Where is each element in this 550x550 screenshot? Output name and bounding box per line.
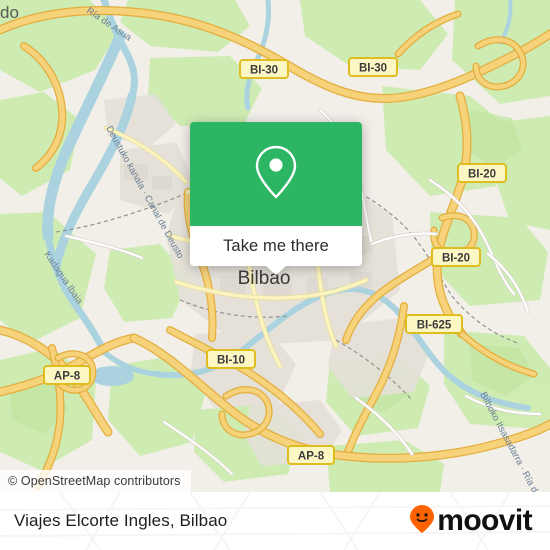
place-title: Viajes Elcorte Ingles, Bilbao [14, 511, 228, 530]
popup-action-area[interactable]: Take me there [190, 226, 362, 275]
footer-bar: Viajes Elcorte Ingles, Bilbao moovit [0, 492, 550, 550]
svg-text:BI-20: BI-20 [442, 253, 470, 265]
svg-text:AP-8: AP-8 [298, 451, 325, 463]
road-shield: AP-8 [43, 365, 91, 385]
road-shield: BI-30 [239, 59, 289, 79]
attribution-text: © OpenStreetMap contributors [8, 474, 181, 488]
road-shield: BI-625 [405, 314, 463, 334]
svg-text:BI-30: BI-30 [250, 65, 278, 77]
moovit-brand[interactable]: moovit [409, 504, 533, 539]
road-shield: BI-20 [431, 247, 481, 267]
take-me-there-popup[interactable]: Take me there [190, 122, 362, 275]
svg-text:BI-30: BI-30 [359, 63, 387, 75]
road-shield: BI-10 [206, 349, 256, 369]
svg-text:BI-625: BI-625 [417, 320, 452, 332]
popup-image-area [190, 122, 362, 226]
moovit-smiley-pin-icon [409, 504, 435, 539]
road-shield: AP-8 [287, 445, 335, 465]
road-shield: BI-20 [457, 163, 507, 183]
moovit-place-map-screenshot: .lbl { font-family: "Liberation Sans", s… [0, 0, 550, 550]
location-pin-icon [251, 143, 301, 206]
openstreetmap-attribution[interactable]: © OpenStreetMap contributors [0, 470, 191, 492]
svg-text:AP-8: AP-8 [54, 371, 81, 383]
popup-tail-pointer [266, 266, 286, 275]
map-edge-label: do [0, 3, 19, 22]
svg-text:BI-20: BI-20 [468, 169, 496, 181]
road-shield: BI-30 [348, 57, 398, 77]
svg-text:BI-10: BI-10 [217, 355, 245, 367]
moovit-wordmark: moovit [437, 504, 532, 537]
take-me-there-label: Take me there [223, 236, 329, 255]
